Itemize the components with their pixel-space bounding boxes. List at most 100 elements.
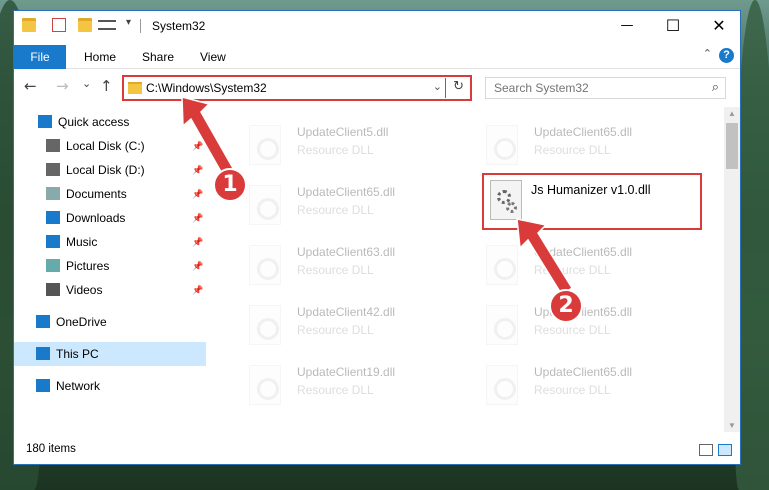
file-type: Resource DLL <box>297 323 374 337</box>
properties-icon[interactable] <box>52 18 66 32</box>
file-item[interactable]: UpdateClient63.dll Resource DLL <box>234 242 449 292</box>
sidebar-item[interactable]: OneDrive <box>14 310 206 334</box>
navigation-bar: ← → ⌄ ↑ C:\Windows\System32 ⌄ ↻ ⌕ <box>14 69 740 105</box>
address-bar[interactable]: C:\Windows\System32 ⌄ ↻ <box>122 75 472 101</box>
maximize-button[interactable]: ☐ <box>650 11 696 41</box>
cloud-icon <box>36 315 50 328</box>
sidebar-item[interactable]: Videos 📌 <box>14 278 206 302</box>
minimize-button[interactable]: — <box>604 11 650 41</box>
sidebar-item-label: Local Disk (D:) <box>66 163 145 177</box>
forward-arrow-icon[interactable]: → <box>56 77 69 95</box>
file-name: UpdateClient65.dll <box>534 245 633 259</box>
details-view-icon[interactable] <box>699 444 713 456</box>
folder-icon[interactable] <box>22 18 36 32</box>
sidebar-item[interactable]: Documents 📌 <box>14 182 206 206</box>
view-options-icon[interactable] <box>98 20 116 30</box>
sidebar-item[interactable]: Music 📌 <box>14 230 206 254</box>
address-path[interactable]: C:\Windows\System32 <box>146 81 267 95</box>
pin-icon[interactable]: 📌 <box>192 230 203 254</box>
pin-icon[interactable]: 📌 <box>192 254 203 278</box>
tab-share[interactable]: Share <box>142 45 174 69</box>
dll-file-icon <box>486 365 518 405</box>
file-name: UpdateClient65.dll <box>534 365 633 379</box>
dll-file-icon <box>249 125 281 165</box>
tab-view[interactable]: View <box>200 45 226 69</box>
scroll-up-icon[interactable]: ▲ <box>728 109 736 118</box>
file-item[interactable]: UpdateClient65.dll Resource DLL <box>471 122 686 172</box>
dll-file-icon <box>249 365 281 405</box>
file-type: Resource DLL <box>534 323 611 337</box>
search-input[interactable] <box>486 78 696 98</box>
up-arrow-icon[interactable]: ↑ <box>100 77 113 95</box>
highlighted-file[interactable]: Js Humanizer v1.0.dll <box>482 173 702 230</box>
file-item[interactable]: UpdateClient65.dll Resource DLL <box>234 182 449 232</box>
file-item[interactable]: UpdateClient65.dll Resource DLL <box>471 242 686 292</box>
documents-icon <box>46 187 60 200</box>
file-type: Resource DLL <box>297 203 374 217</box>
search-box[interactable]: ⌕ <box>485 77 726 99</box>
highlighted-file-name: Js Humanizer v1.0.dll <box>531 183 651 197</box>
drive-icon <box>46 163 60 176</box>
pin-icon[interactable]: 📌 <box>192 278 203 302</box>
customize-dropdown-icon[interactable]: ▾ <box>126 17 140 31</box>
dll-file-icon <box>486 305 518 345</box>
sidebar-item-label: Local Disk (C:) <box>66 139 145 153</box>
refresh-icon[interactable]: ↻ <box>453 79 464 94</box>
music-icon <box>46 235 60 248</box>
network-icon <box>36 379 50 392</box>
large-icons-view-icon[interactable] <box>718 444 732 456</box>
computer-icon <box>36 347 50 360</box>
sidebar-item[interactable]: Local Disk (C:) 📌 <box>14 134 206 158</box>
file-name: UpdateClient42.dll <box>297 305 396 319</box>
file-type: Resource DLL <box>297 383 374 397</box>
file-type: Resource DLL <box>534 383 611 397</box>
back-arrow-icon[interactable]: ← <box>24 77 37 95</box>
file-item[interactable]: UpdateClient42.dll Resource DLL <box>234 302 449 352</box>
dll-file-icon <box>486 245 518 285</box>
ribbon: File Home Share View ⌃ ? <box>14 41 740 69</box>
item-count: 180 items <box>26 443 76 455</box>
drive-icon <box>46 139 60 152</box>
file-item[interactable]: UpdateClient65.dll Resource DLL <box>471 362 686 412</box>
file-type: Resource DLL <box>297 263 374 277</box>
scrollbar-thumb[interactable] <box>726 123 738 169</box>
title-separator <box>140 19 141 33</box>
tab-home[interactable]: Home <box>84 45 116 69</box>
pin-icon[interactable]: 📌 <box>192 158 203 182</box>
callout-one: 1 <box>213 168 247 202</box>
sidebar-item[interactable]: This PC <box>14 342 206 366</box>
file-list: UpdateClient65.dll Resource DLL UpdateClie… <box>219 107 724 432</box>
videos-icon <box>46 283 60 296</box>
dll-file-icon <box>486 125 518 165</box>
recent-locations-icon[interactable]: ⌄ <box>82 77 91 90</box>
address-dropdown-icon[interactable]: ⌄ <box>433 80 442 93</box>
sidebar-item[interactable]: Local Disk (D:) 📌 <box>14 158 206 182</box>
pictures-icon <box>46 259 60 272</box>
pin-icon[interactable]: 📌 <box>192 134 203 158</box>
callout-two: 2 <box>549 289 583 323</box>
sidebar-item-label: Documents <box>66 187 127 201</box>
collapse-ribbon-icon[interactable]: ⌃ <box>703 47 712 60</box>
new-folder-icon[interactable] <box>78 18 92 32</box>
sidebar-item-label: Network <box>56 379 101 393</box>
sidebar-item[interactable]: Downloads 📌 <box>14 206 206 230</box>
search-icon[interactable]: ⌕ <box>712 80 719 95</box>
file-item[interactable]: UpdateClient5.dll Resource DLL <box>234 122 449 172</box>
help-button[interactable]: ? <box>719 48 734 63</box>
scroll-down-icon[interactable]: ▼ <box>728 421 736 430</box>
dll-file-icon <box>249 305 281 345</box>
sidebar-item-label: OneDrive <box>56 315 107 329</box>
close-button[interactable]: ✕ <box>696 11 740 41</box>
pin-icon[interactable]: 📌 <box>192 182 203 206</box>
vertical-scrollbar[interactable]: ▲ ▼ <box>724 107 740 432</box>
sidebar-item[interactable]: Pictures 📌 <box>14 254 206 278</box>
sidebar-item-label: Pictures <box>66 259 110 273</box>
sidebar-item[interactable]: Quick access <box>14 110 206 134</box>
pin-icon[interactable]: 📌 <box>192 206 203 230</box>
tab-file[interactable]: File <box>14 45 66 69</box>
dll-file-icon <box>249 245 281 285</box>
file-item[interactable]: UpdateClient19.dll Resource DLL <box>234 362 449 412</box>
address-divider <box>445 78 446 98</box>
navigation-pane: Quick access Local Disk (C:) 📌 Local Disk (… <box>14 107 209 432</box>
sidebar-item[interactable]: Network <box>14 374 206 398</box>
